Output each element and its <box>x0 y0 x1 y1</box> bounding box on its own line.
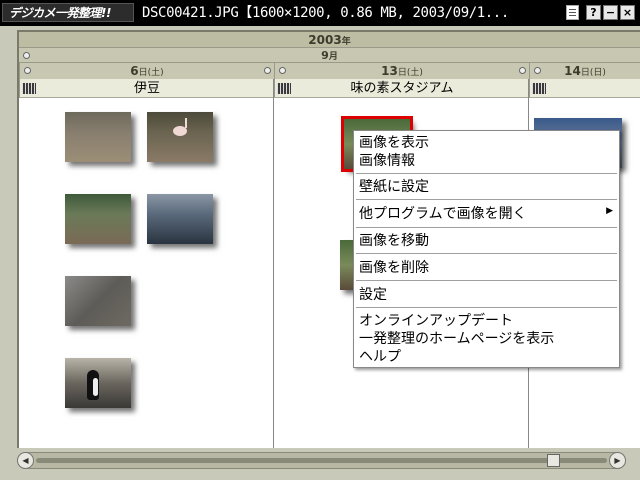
close-button[interactable]: × <box>620 5 635 20</box>
day-number: 14 <box>564 64 581 78</box>
scroll-left-icon[interactable]: ◀ <box>17 452 34 469</box>
day-header-13[interactable]: 13日(土) <box>274 63 529 79</box>
menu-separator <box>356 227 617 228</box>
place-label: 味の素スタジアム <box>350 81 454 96</box>
place-label: 伊豆 <box>133 81 160 96</box>
scroll-thumb[interactable] <box>547 454 560 467</box>
month-header: 9月 <box>19 48 640 63</box>
menu-item-settings[interactable]: 設定 <box>359 286 387 304</box>
month-value: 9 <box>321 49 329 62</box>
menu-separator <box>356 199 617 200</box>
menu-item-help[interactable]: ヘルプ <box>359 348 401 366</box>
day-header-6[interactable]: 6日(土) <box>19 63 274 79</box>
submenu-arrow-icon: ▶ <box>606 206 613 216</box>
scroll-right-icon[interactable]: ▶ <box>609 452 626 469</box>
day-end-pin-icon <box>264 67 271 74</box>
day-pin-icon <box>24 67 31 74</box>
day-weekday: (日) <box>589 68 606 78</box>
photo-thumbnail[interactable] <box>65 276 131 326</box>
scroll-track[interactable] <box>36 458 607 463</box>
film-icon <box>532 83 546 94</box>
menu-item-show-image[interactable]: 画像を表示 <box>359 134 429 152</box>
menu-separator <box>356 307 617 308</box>
menu-item-image-info[interactable]: 画像情報 <box>359 152 415 170</box>
day-header-14[interactable]: 14日(日) <box>529 63 640 79</box>
photo-thumbnail[interactable] <box>65 112 131 162</box>
menu-item-delete-image[interactable]: 画像を削除 <box>359 259 429 277</box>
film-icon <box>22 83 36 94</box>
flamingo-shape <box>173 118 187 136</box>
menu-item-move-image[interactable]: 画像を移動 <box>359 232 429 250</box>
menu-item-online-update[interactable]: オンラインアップデート <box>359 312 513 330</box>
menu-separator <box>356 253 617 254</box>
month-pin-icon <box>23 52 30 59</box>
day-weekday: (土) <box>147 68 164 78</box>
film-icon <box>277 83 291 94</box>
month-suffix: 月 <box>328 52 338 62</box>
context-menu: 画像を表示 画像情報 壁紙に設定 他プログラムで画像を開く ▶ 画像を移動 画像… <box>353 130 620 368</box>
photo-thumbnail[interactable] <box>147 194 213 244</box>
place-header-14[interactable] <box>529 79 640 98</box>
photo-thumbnail[interactable] <box>147 112 213 162</box>
menu-item-set-wallpaper[interactable]: 壁紙に設定 <box>359 178 429 196</box>
minimize-button[interactable]: − <box>603 5 618 20</box>
year-suffix: 年 <box>341 37 351 47</box>
year-value: 2003 <box>308 33 342 47</box>
menu-item-homepage[interactable]: 一発整理のホームページを表示 <box>359 330 554 348</box>
place-header-stadium[interactable]: 味の素スタジアム <box>274 79 529 98</box>
penguin-shape <box>87 370 99 400</box>
horizontal-scrollbar[interactable]: ◀ ▶ <box>17 452 626 469</box>
help-button[interactable]: ? <box>586 5 601 20</box>
app-logo: デジカメ一発整理!! <box>2 3 134 22</box>
column-divider <box>273 79 274 448</box>
day-suffix: 日 <box>138 68 148 78</box>
day-pin-icon <box>534 67 541 74</box>
day-suffix: 日 <box>397 68 407 78</box>
day-end-pin-icon <box>519 67 526 74</box>
file-info-title: DSC00421.JPG【1600×1200, 0.86 MB, 2003/09… <box>142 5 509 21</box>
title-bar: デジカメ一発整理!! DSC00421.JPG【1600×1200, 0.86 … <box>0 0 640 26</box>
day-number: 13 <box>381 64 398 78</box>
day-weekday: (土) <box>406 68 423 78</box>
photo-thumbnail[interactable] <box>65 194 131 244</box>
menu-separator <box>356 173 617 174</box>
photo-thumbnail[interactable] <box>65 358 131 408</box>
menu-item-open-with[interactable]: 他プログラムで画像を開く <box>359 205 527 223</box>
day-pin-icon <box>279 67 286 74</box>
day-number: 6 <box>130 64 139 78</box>
document-icon[interactable] <box>566 5 579 20</box>
day-suffix: 日 <box>580 68 590 78</box>
year-header: 2003年 <box>19 32 640 48</box>
place-header-izu[interactable]: 伊豆 <box>19 79 274 98</box>
menu-separator <box>356 280 617 281</box>
